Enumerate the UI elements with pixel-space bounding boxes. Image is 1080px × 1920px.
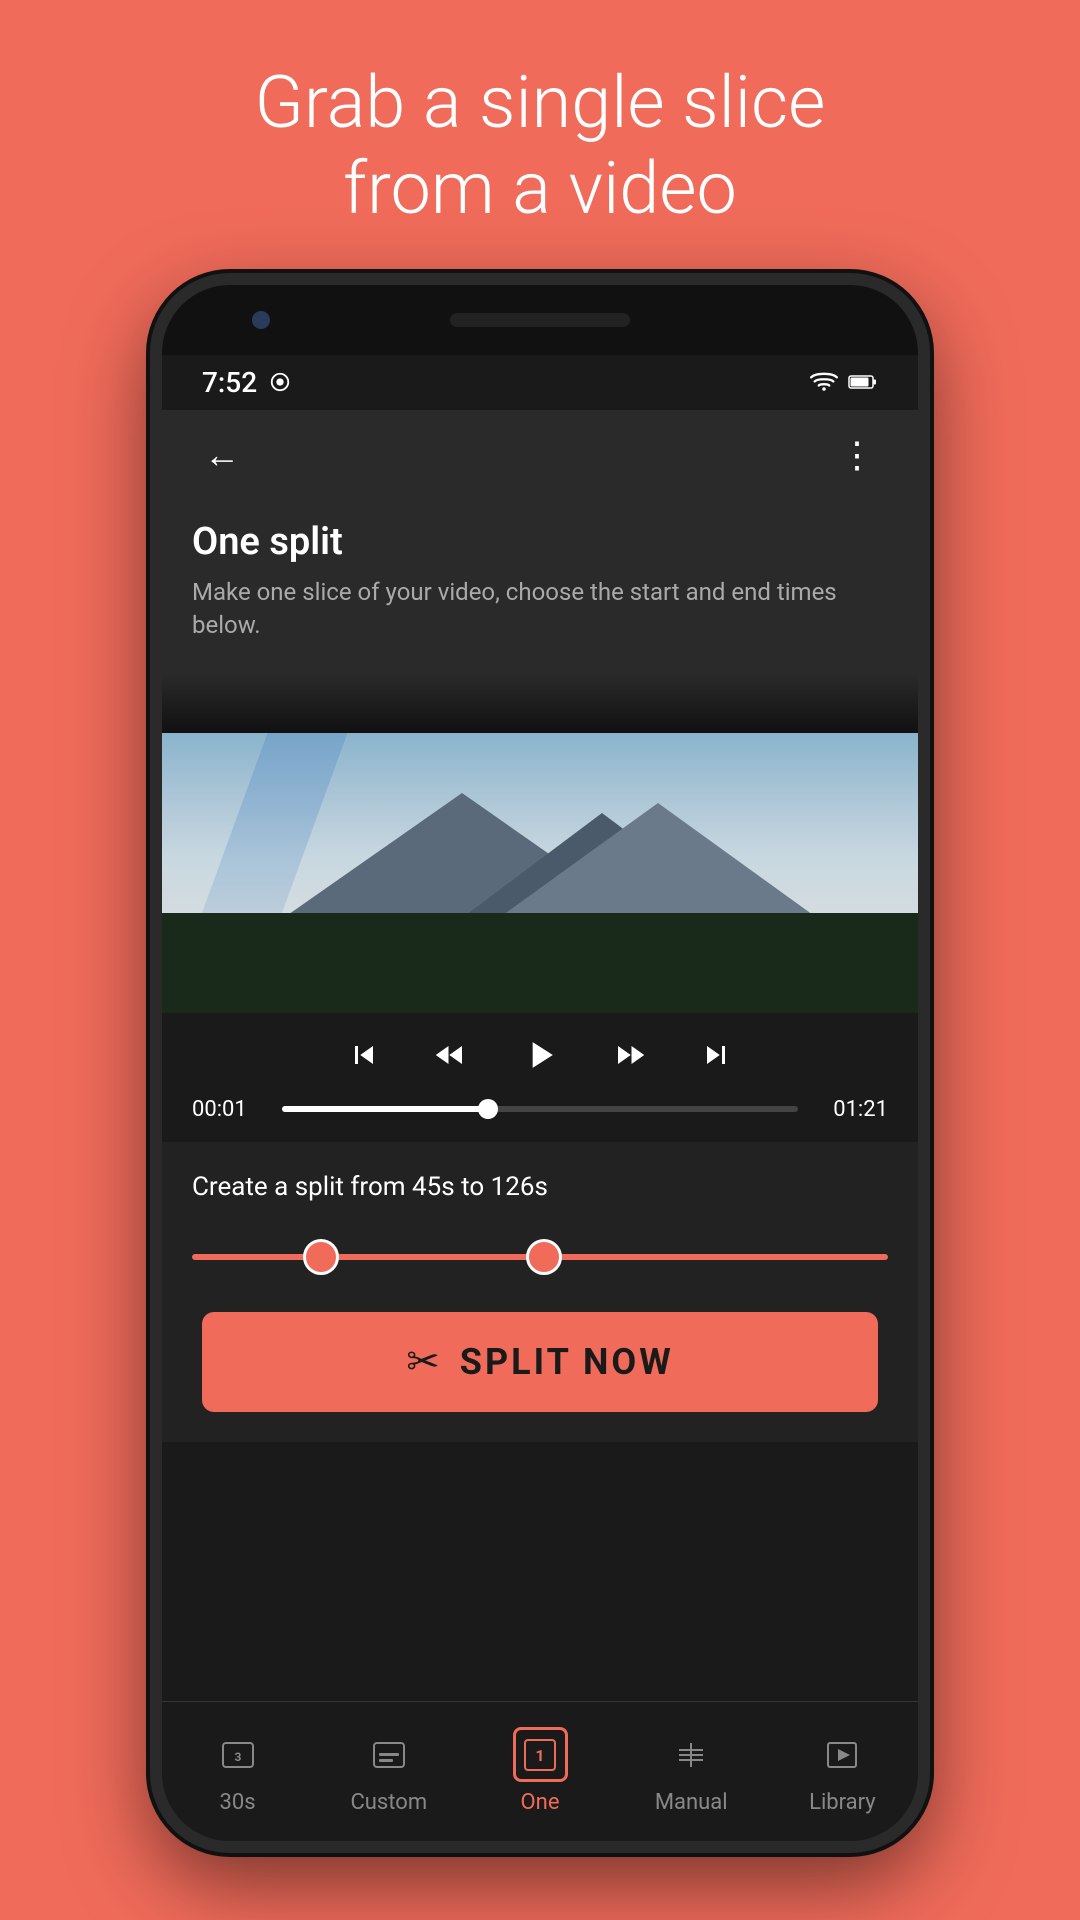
progress-thumb[interactable] xyxy=(478,1099,498,1119)
hero-line2: from a video xyxy=(343,146,737,231)
30s-icon: 3 xyxy=(218,1735,258,1775)
more-options-button[interactable]: ⋮ xyxy=(828,425,888,485)
status-icons xyxy=(810,371,878,393)
split-controls: Create a split from 45s to 126s ✂ SPLIT … xyxy=(162,1142,918,1442)
library-icon xyxy=(822,1735,862,1775)
title-section: One split Make one slice of your video, … xyxy=(162,500,918,673)
progress-bar[interactable] xyxy=(282,1106,798,1112)
svg-text:1: 1 xyxy=(535,1746,544,1765)
nav-icon-library xyxy=(815,1727,870,1782)
nav-label-manual: Manual xyxy=(655,1790,728,1815)
more-dots-icon: ⋮ xyxy=(839,434,877,476)
one-icon: 1 xyxy=(523,1738,557,1772)
split-now-button[interactable]: ✂ SPLIT NOW xyxy=(202,1312,878,1412)
skip-start-icon xyxy=(346,1037,382,1073)
hero-text: Grab a single slice from a video xyxy=(195,60,886,233)
scissors-icon: ✂ xyxy=(406,1338,440,1385)
controls-row xyxy=(192,1033,888,1077)
rewind-button[interactable] xyxy=(432,1037,468,1073)
nav-item-library[interactable]: Library xyxy=(767,1727,918,1815)
mountain-layer xyxy=(162,773,918,933)
nav-label-library: Library xyxy=(809,1790,876,1815)
battery-icon xyxy=(848,371,878,393)
hero-line1: Grab a single slice xyxy=(255,60,826,145)
fast-forward-icon xyxy=(612,1037,648,1073)
skip-end-button[interactable] xyxy=(698,1037,734,1073)
rewind-icon xyxy=(432,1037,468,1073)
time-total: 01:21 xyxy=(818,1097,888,1122)
nav-label-30s: 30s xyxy=(220,1790,256,1815)
volume-button xyxy=(918,685,930,765)
back-arrow-icon: ← xyxy=(204,434,240,476)
nav-icon-30s: 3 xyxy=(210,1727,265,1782)
video-top-fade xyxy=(162,673,918,733)
custom-icon xyxy=(369,1735,409,1775)
skip-start-button[interactable] xyxy=(346,1037,382,1073)
nav-label-custom: Custom xyxy=(350,1790,427,1815)
status-time: 7:52 xyxy=(202,366,291,399)
front-camera xyxy=(252,311,270,329)
play-button[interactable] xyxy=(518,1033,562,1077)
skip-end-icon xyxy=(698,1037,734,1073)
svg-text:3: 3 xyxy=(234,1750,241,1764)
page-subtitle: Make one slice of your video, choose the… xyxy=(192,576,888,643)
back-button[interactable]: ← xyxy=(192,425,252,485)
nav-label-one: One xyxy=(521,1790,560,1815)
progress-row: 00:01 01:21 xyxy=(192,1097,888,1122)
fast-forward-button[interactable] xyxy=(612,1037,648,1073)
video-container xyxy=(162,673,918,1013)
tree-layer xyxy=(162,913,918,1013)
nav-item-custom[interactable]: Custom xyxy=(313,1727,464,1815)
video-frame[interactable] xyxy=(162,733,918,1013)
nav-item-30s[interactable]: 3 30s xyxy=(162,1727,313,1815)
range-slider[interactable] xyxy=(192,1232,888,1282)
bottom-navigation: 3 30s Custom 1 O xyxy=(162,1701,918,1841)
status-bar: 7:52 xyxy=(162,355,918,410)
range-track xyxy=(192,1254,888,1260)
phone-top-bar xyxy=(162,285,918,355)
speaker-grille xyxy=(450,313,630,327)
power-button xyxy=(918,805,930,885)
app-bar: ← ⋮ xyxy=(162,410,918,500)
range-thumb-right[interactable] xyxy=(526,1239,562,1275)
manual-icon xyxy=(671,1735,711,1775)
time-current: 00:01 xyxy=(192,1097,262,1122)
nav-icon-custom xyxy=(361,1727,416,1782)
range-thumb-left[interactable] xyxy=(303,1239,339,1275)
nav-item-one[interactable]: 1 One xyxy=(464,1727,615,1815)
page-title: One split xyxy=(192,520,888,564)
player-controls: 00:01 01:21 xyxy=(162,1013,918,1142)
split-range-label: Create a split from 45s to 126s xyxy=(192,1172,888,1202)
play-icon xyxy=(518,1033,562,1077)
nav-icon-one: 1 xyxy=(513,1727,568,1782)
nav-item-manual[interactable]: Manual xyxy=(616,1727,767,1815)
phone-frame: 7:52 ← ⋮ xyxy=(150,273,930,1853)
nav-icon-manual xyxy=(664,1727,719,1782)
wifi-icon xyxy=(810,371,838,393)
progress-fill xyxy=(282,1106,488,1112)
split-now-label: SPLIT NOW xyxy=(460,1341,674,1383)
cast-icon xyxy=(269,371,291,393)
